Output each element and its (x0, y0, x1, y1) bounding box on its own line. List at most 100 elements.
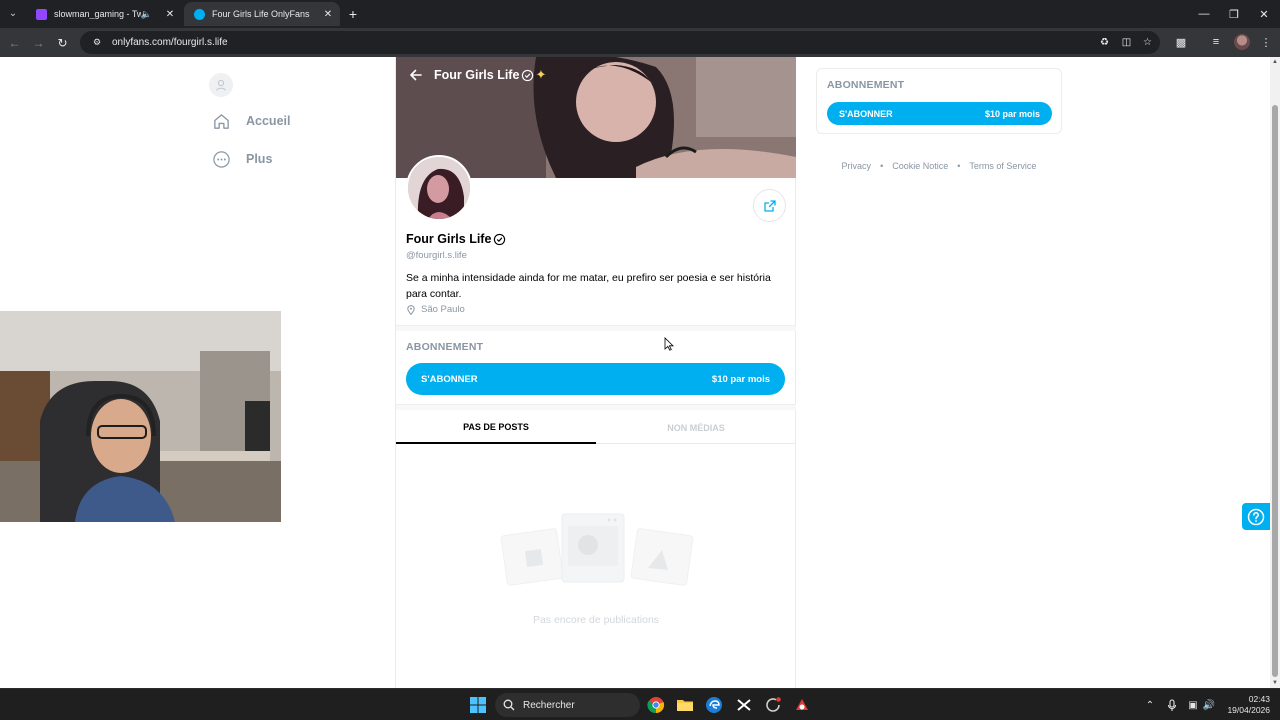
cover-header: Four Girls Life ✦ (408, 67, 546, 83)
search-icon (503, 699, 515, 711)
clock-date: 19/04/2026 (1227, 705, 1270, 715)
browser-tab-bar: ⌄ slowman_gaming - Twitch 🔈 ✕ Four Girls… (0, 0, 1280, 28)
profile-bio: Se a minha intensidade ainda for me mata… (406, 272, 771, 300)
tab-title: Four Girls Life OnlyFans (212, 9, 310, 19)
footer-links: Privacy • Cookie Notice • Terms of Servi… (816, 161, 1062, 171)
volume-icon[interactable]: 🔊 (1202, 698, 1216, 712)
clock-time: 02:43 (1248, 694, 1270, 704)
chrome-icon[interactable] (645, 694, 667, 716)
cookie-notice-link[interactable]: Cookie Notice (892, 161, 948, 171)
mouse-cursor-icon (664, 337, 674, 351)
separator-dot: • (957, 161, 961, 171)
empty-posts-message: Pas encore de publications (532, 614, 660, 626)
back-icon[interactable]: ← (6, 34, 23, 51)
scroll-down-icon[interactable]: ▼ (1270, 678, 1280, 688)
profile-handle[interactable]: @fourgirl.s.life (406, 250, 467, 261)
address-bar[interactable]: ⚙ onlyfans.com/fourgirl.s.life ♻ ◫ ☆ (80, 31, 1160, 54)
speaker-icon[interactable]: 🔈 (141, 9, 152, 20)
back-arrow-icon[interactable] (408, 67, 424, 83)
sidebar-item-label: Accueil (246, 114, 291, 128)
twitch-favicon-icon (36, 8, 47, 20)
subscription-title: ABONNEMENT (406, 341, 484, 353)
user-icon (215, 79, 227, 91)
network-icon[interactable]: ▣ (1186, 698, 1200, 712)
site-info-icon[interactable]: ⚙ (90, 36, 104, 50)
subscribe-price: $10 par mois (984, 108, 1040, 119)
sidebar-item-home[interactable]: Accueil (211, 111, 290, 131)
browser-profile-avatar[interactable] (1234, 34, 1250, 50)
home-icon (211, 111, 231, 131)
reload-icon[interactable]: ↻ (54, 34, 71, 51)
webcam-overlay (0, 311, 281, 522)
profile-avatar[interactable] (406, 155, 472, 221)
tab-posts[interactable]: PAS DE POSTS (396, 412, 596, 444)
side-subscription-card: ABONNEMENT S'ABONNER $10 par mois (816, 68, 1062, 134)
install-app-icon[interactable]: ◫ (1119, 35, 1134, 50)
reading-list-icon[interactable]: ≡ (1208, 34, 1224, 50)
url-text: onlyfans.com/fourgirl.s.life (112, 37, 228, 48)
onlyfans-favicon-icon (194, 8, 205, 20)
verified-badge-icon (521, 69, 534, 82)
page-content: Accueil Plus Four Girls Life ✦ Four Girl… (0, 57, 1270, 688)
system-clock[interactable]: 02:43 19/04/2026 (1222, 694, 1270, 716)
tab-non-media[interactable]: NON MÉDIAS (596, 412, 796, 444)
page-scrollbar[interactable]: ▲ ▼ (1270, 57, 1280, 688)
share-button[interactable] (753, 189, 786, 222)
profile-tabs: PAS DE POSTS NON MÉDIAS (396, 412, 796, 444)
edge-icon[interactable] (703, 694, 725, 716)
tab-onlyfans[interactable]: Four Girls Life OnlyFans ✕ (184, 2, 340, 26)
profile-name-text: Four Girls Life (406, 232, 492, 246)
search-placeholder: Rechercher (523, 699, 575, 711)
scrollbar-thumb[interactable] (1272, 105, 1278, 677)
subscribe-price: $10 par mois (711, 373, 770, 385)
sidebar-item-more[interactable]: Plus (211, 149, 272, 169)
capcut-icon[interactable] (733, 694, 755, 716)
close-window-icon[interactable]: ✕ (1256, 6, 1272, 22)
tab-twitch[interactable]: slowman_gaming - Twitch 🔈 ✕ (26, 2, 182, 26)
file-explorer-icon[interactable] (674, 694, 696, 716)
separator-dot: • (880, 161, 884, 171)
scroll-up-icon[interactable]: ▲ (1270, 57, 1280, 67)
share-icon (763, 199, 776, 212)
sidebar-item-label: Plus (246, 152, 273, 166)
close-tab-icon[interactable]: ✕ (162, 6, 178, 22)
tab-search-button[interactable]: ⌄ (4, 4, 22, 22)
subscribe-label: S'ABONNER (839, 108, 893, 119)
close-tab-icon[interactable]: ✕ (320, 6, 336, 22)
section-divider (396, 404, 796, 410)
restore-icon[interactable]: ❐ (1226, 6, 1242, 22)
profile-photo (408, 157, 470, 219)
browser-toolbar: ← → ↻ ⚙ onlyfans.com/fourgirl.s.life ♻ ◫… (0, 28, 1280, 57)
side-subscription-title: ABONNEMENT (827, 79, 905, 91)
side-subscribe-button[interactable]: S'ABONNER $10 par mois (827, 102, 1052, 125)
microphone-icon[interactable] (1165, 698, 1179, 712)
privacy-link[interactable]: Privacy (842, 161, 872, 171)
empty-posts-illustration (500, 513, 694, 586)
profile-name: Four Girls Life (406, 232, 506, 246)
show-hidden-icons-icon[interactable]: ⌃ (1143, 698, 1157, 712)
help-button[interactable] (1242, 503, 1270, 530)
terms-link[interactable]: Terms of Service (969, 161, 1036, 171)
forward-icon[interactable]: → (30, 34, 47, 51)
taskbar-search[interactable]: Rechercher (495, 693, 640, 717)
app-refresh-icon[interactable] (762, 694, 784, 716)
webcam-image (0, 311, 281, 522)
menu-kebab-icon[interactable]: ⋮ (1258, 34, 1274, 50)
subscribe-label: S'ABONNER (421, 373, 478, 385)
location-pin-icon (406, 304, 416, 315)
windows-start-icon[interactable] (467, 694, 489, 716)
windows-taskbar: Rechercher ⌃ ▣ 🔊 02:43 19/04/2026 (0, 688, 1280, 720)
bookmark-star-icon[interactable]: ☆ (1140, 35, 1155, 50)
tab-title: slowman_gaming - Twitch (54, 9, 141, 19)
subscribe-button[interactable]: S'ABONNER $10 par mois (406, 363, 785, 395)
profile-column: Four Girls Life ✦ Four Girls Life @fourg… (395, 57, 796, 688)
minimize-icon[interactable]: — (1196, 6, 1212, 22)
location-text: São Paulo (421, 304, 465, 315)
header-profile-name: Four Girls Life (434, 68, 520, 82)
user-avatar-placeholder[interactable] (209, 73, 233, 97)
new-tab-button[interactable]: + (344, 5, 362, 23)
profile-location: São Paulo (406, 304, 465, 315)
extensions-icon[interactable]: ▩ (1173, 34, 1189, 50)
gaming-app-icon[interactable] (791, 694, 813, 716)
translate-icon[interactable]: ♻ (1097, 35, 1112, 50)
